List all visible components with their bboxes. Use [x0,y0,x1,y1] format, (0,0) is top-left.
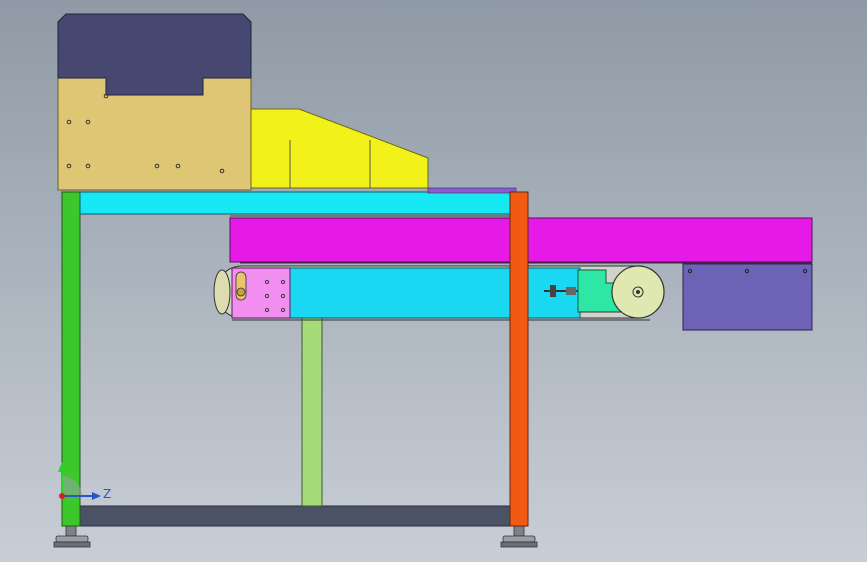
lower-rail[interactable] [289,267,581,319]
model-canvas[interactable]: Z [0,0,867,562]
triad-z-label: Z [103,487,111,501]
right-pulley[interactable] [611,265,665,319]
left-foot[interactable] [53,525,91,548]
left-leg[interactable] [61,191,81,527]
drive-shaft [236,287,246,297]
upper-rail-end-plate [427,187,517,194]
right-leg[interactable] [509,191,529,527]
left-drum[interactable] [213,269,231,315]
base-beam[interactable] [71,505,521,527]
upper-rail[interactable] [79,191,519,215]
cad-viewport[interactable]: Z [0,0,867,562]
right-foot[interactable] [500,525,538,548]
yellow-chute[interactable] [250,108,429,189]
side-box[interactable] [682,263,813,331]
middle-support-post[interactable] [301,317,323,507]
